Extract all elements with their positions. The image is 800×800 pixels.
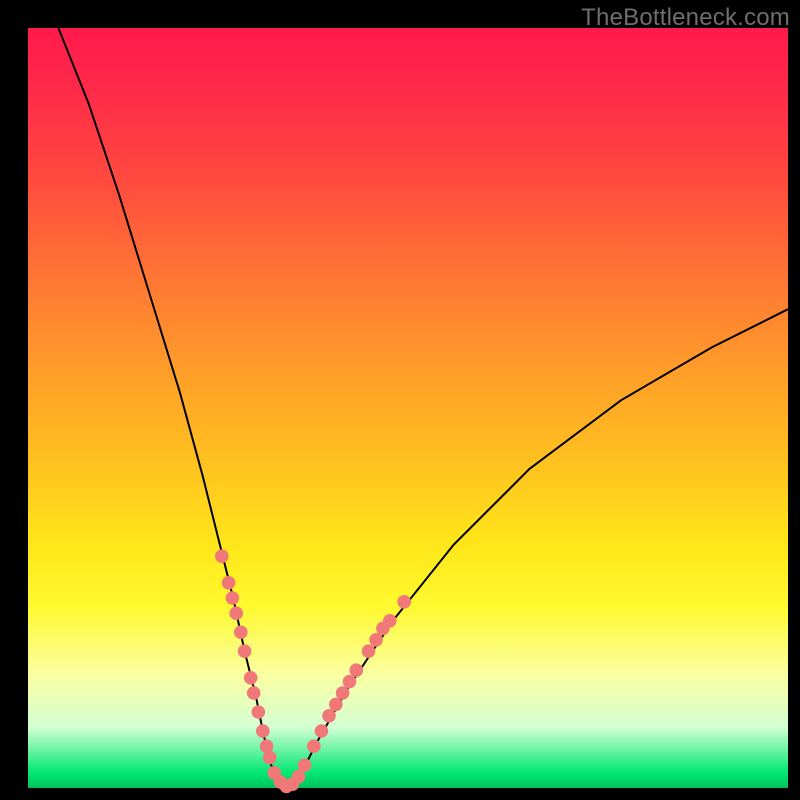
curve-layer xyxy=(28,28,788,788)
data-marker xyxy=(350,663,364,677)
chart-frame: TheBottleneck.com xyxy=(0,0,800,800)
data-marker xyxy=(362,644,376,658)
bottleneck-curve xyxy=(58,28,788,788)
data-marker xyxy=(397,595,411,609)
data-marker xyxy=(329,698,343,712)
data-marker xyxy=(260,739,274,753)
data-marker xyxy=(263,751,277,765)
data-marker xyxy=(343,675,357,689)
data-marker xyxy=(315,724,329,738)
data-marker xyxy=(369,633,383,647)
data-marker xyxy=(247,686,261,700)
watermark-text: TheBottleneck.com xyxy=(581,4,790,32)
plot-area xyxy=(28,28,788,788)
data-marker xyxy=(256,724,270,738)
data-marker xyxy=(229,606,243,620)
data-marker xyxy=(234,625,248,639)
data-marker xyxy=(215,549,229,563)
data-marker xyxy=(336,686,350,700)
data-marker xyxy=(298,758,312,772)
data-marker xyxy=(226,591,240,605)
marker-group xyxy=(215,549,411,793)
data-marker xyxy=(238,644,252,658)
data-marker xyxy=(252,705,266,719)
data-marker xyxy=(322,709,336,723)
data-marker xyxy=(307,739,321,753)
data-marker xyxy=(244,671,258,685)
data-marker xyxy=(383,614,397,628)
data-marker xyxy=(222,576,236,590)
